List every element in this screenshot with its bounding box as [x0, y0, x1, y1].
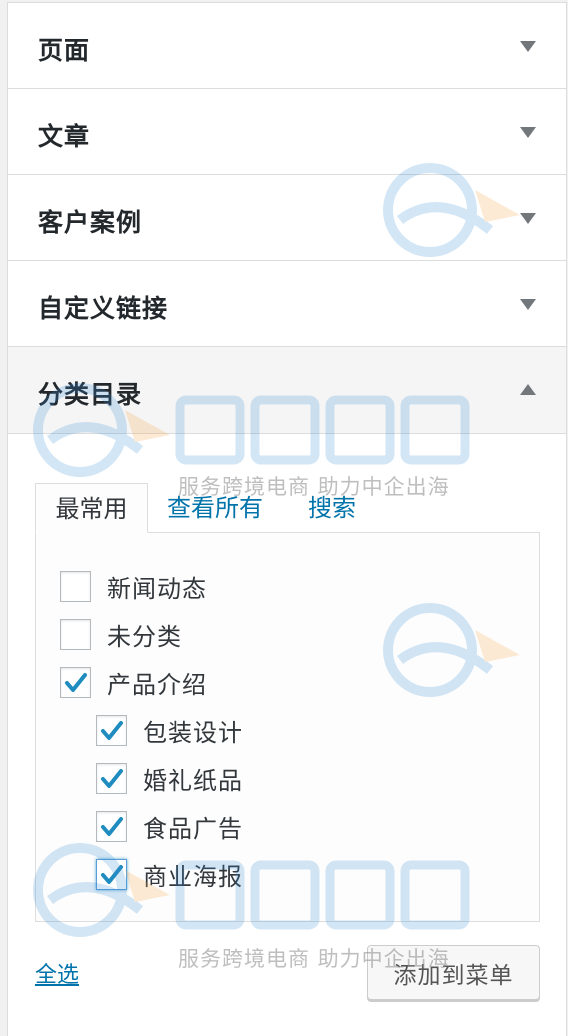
- checklist-item[interactable]: 新闻动态: [60, 569, 207, 603]
- checkbox-checked[interactable]: [96, 810, 127, 842]
- checklist-item[interactable]: 婚礼纸品: [96, 761, 243, 795]
- select-all-link[interactable]: 全选: [35, 957, 79, 989]
- caret-down-icon: [520, 41, 536, 52]
- accordion-cases[interactable]: 客户案例: [7, 174, 567, 261]
- category-label: 包装设计: [143, 718, 243, 747]
- checkbox-checked[interactable]: [60, 666, 91, 698]
- checkbox-checked[interactable]: [96, 858, 127, 890]
- checklist-item[interactable]: 食品广告: [96, 809, 243, 843]
- accordion-posts[interactable]: 文章: [7, 88, 567, 175]
- checkbox-checked[interactable]: [96, 714, 127, 746]
- add-to-menu-button[interactable]: 添加到菜单: [367, 945, 540, 1000]
- category-label: 产品介绍: [107, 670, 207, 699]
- tab-search[interactable]: 搜索: [308, 483, 356, 533]
- caret-down-icon: [520, 213, 536, 224]
- checkbox[interactable]: [60, 618, 91, 650]
- checkmark-icon: [65, 672, 87, 692]
- caret-up-icon: [520, 384, 536, 395]
- checkbox[interactable]: [60, 570, 91, 602]
- category-label: 婚礼纸品: [143, 766, 243, 795]
- checklist-item[interactable]: 商业海报: [96, 857, 243, 891]
- checkbox-checked[interactable]: [96, 762, 127, 794]
- section-title: 自定义链接: [38, 294, 169, 323]
- section-title: 分类目录: [38, 380, 143, 409]
- checkmark-icon: [101, 864, 123, 884]
- category-label: 新闻动态: [107, 574, 207, 603]
- tab-view-all[interactable]: 查看所有: [167, 483, 263, 533]
- category-label: 未分类: [107, 622, 182, 651]
- section-title: 页面: [38, 36, 91, 65]
- section-title: 客户案例: [38, 208, 143, 237]
- checklist-item[interactable]: 产品介绍: [60, 665, 207, 699]
- section-title: 文章: [38, 122, 91, 151]
- accordion-custom-links[interactable]: 自定义链接: [7, 260, 567, 347]
- category-label: 商业海报: [143, 862, 243, 891]
- caret-down-icon: [520, 127, 536, 138]
- checkmark-icon: [101, 768, 123, 788]
- tab-most-used[interactable]: 最常用: [35, 483, 148, 533]
- category-label: 食品广告: [143, 814, 243, 843]
- accordion-pages[interactable]: 页面: [7, 2, 567, 89]
- accordion-categories[interactable]: 分类目录: [7, 346, 567, 434]
- checklist-item[interactable]: 包装设计: [96, 713, 243, 747]
- checklist-item[interactable]: 未分类: [60, 617, 182, 651]
- checkmark-icon: [101, 720, 123, 740]
- caret-down-icon: [520, 299, 536, 310]
- checkmark-icon: [101, 816, 123, 836]
